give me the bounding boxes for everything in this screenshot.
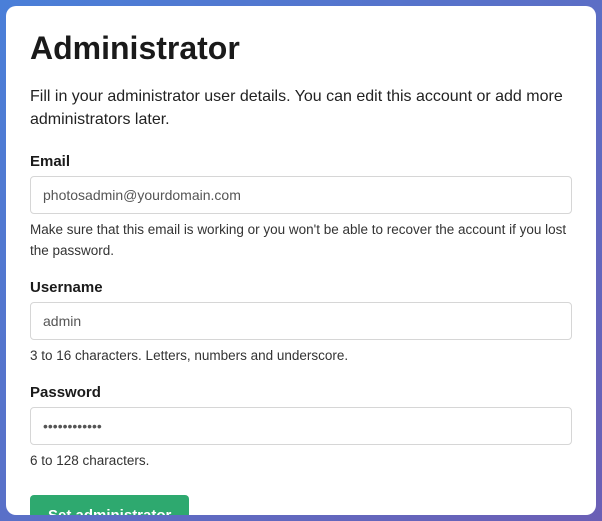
email-group: Email Make sure that this email is worki… [30, 153, 572, 261]
page-title: Administrator [30, 30, 572, 67]
password-field[interactable] [30, 407, 572, 445]
email-label: Email [30, 153, 572, 170]
email-field[interactable] [30, 176, 572, 214]
username-label: Username [30, 279, 572, 296]
username-group: Username 3 to 16 characters. Letters, nu… [30, 279, 572, 366]
username-field[interactable] [30, 302, 572, 340]
page-intro: Fill in your administrator user details.… [30, 85, 572, 131]
password-help: 6 to 128 characters. [30, 451, 572, 471]
admin-setup-card: Administrator Fill in your administrator… [6, 6, 596, 515]
password-label: Password [30, 384, 572, 401]
email-help: Make sure that this email is working or … [30, 220, 572, 261]
password-group: Password 6 to 128 characters. [30, 384, 572, 471]
set-administrator-button[interactable]: Set administrator [30, 495, 189, 515]
username-help: 3 to 16 characters. Letters, numbers and… [30, 346, 572, 366]
